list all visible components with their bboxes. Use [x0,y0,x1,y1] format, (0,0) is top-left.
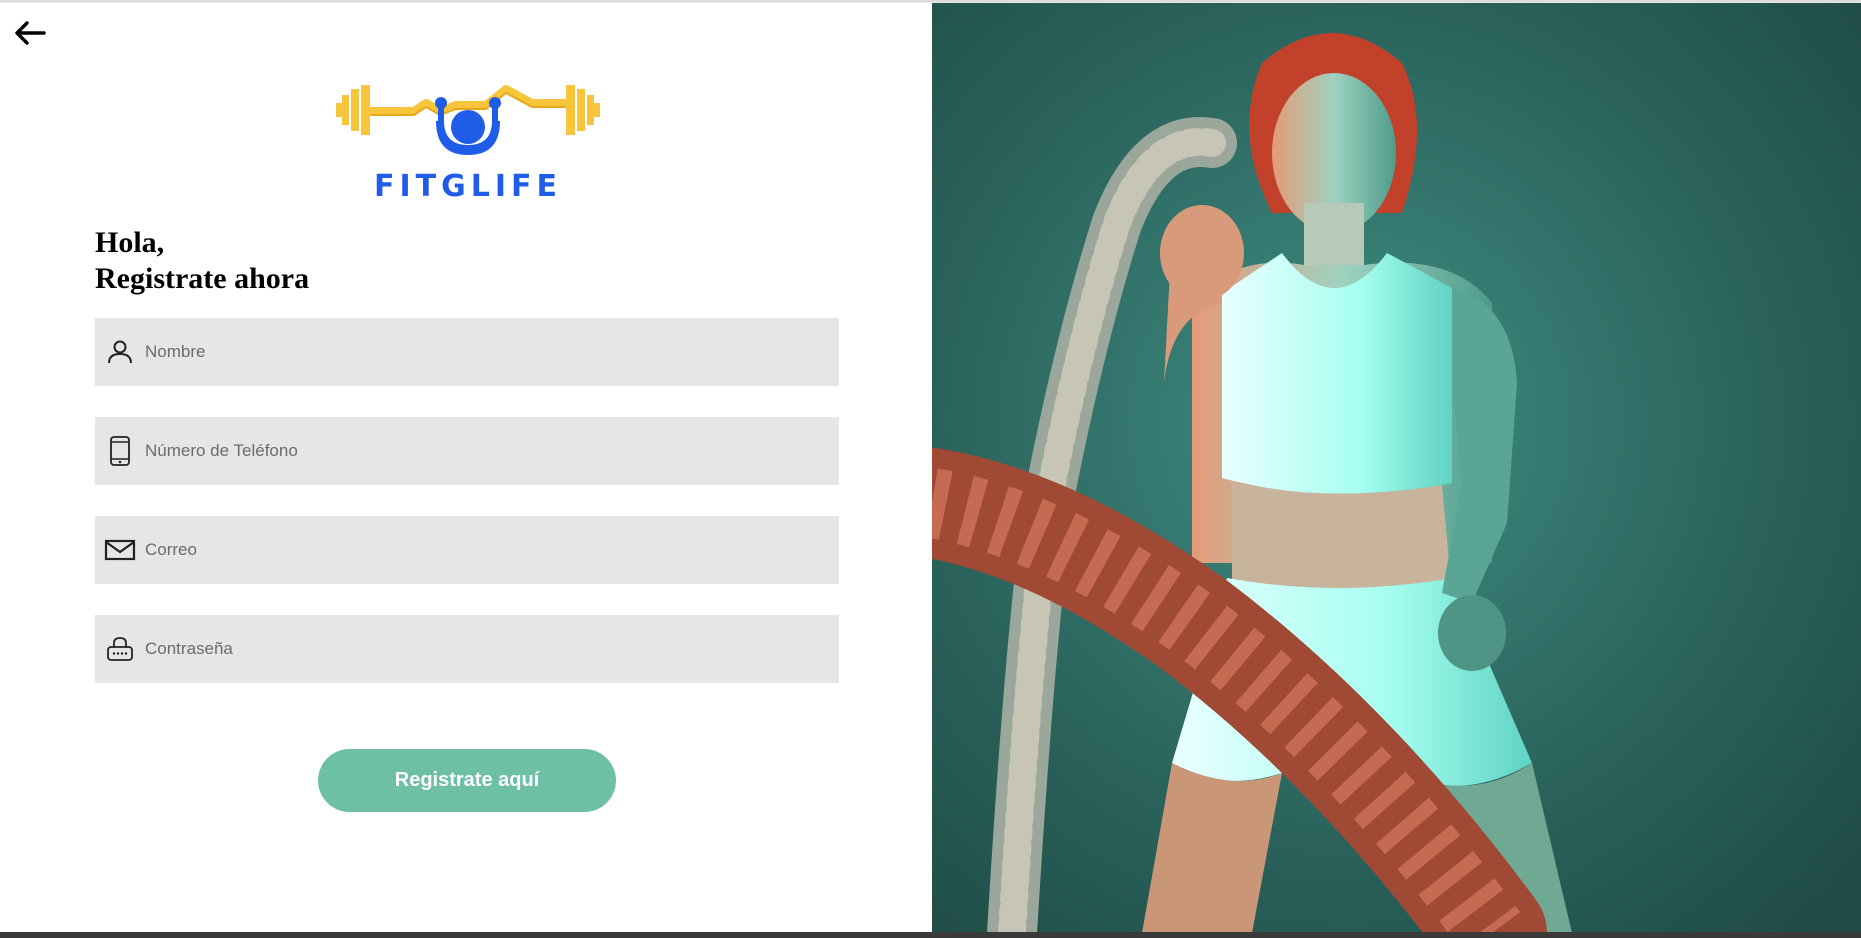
barbell-logo-icon [336,85,600,155]
greeting-line-2: Registrate ahora [95,262,310,295]
registration-panel: FITGLIFE Hola, Registrate ahora Nombre N… [0,3,932,933]
brand-logo: FITGLIFE [336,81,600,204]
lock-icon [95,615,145,683]
fitness-photo-illustration [932,3,1861,933]
brand-name: FITGLIFE [373,169,562,204]
phone-field[interactable] [95,417,839,485]
hero-image [932,3,1861,933]
password-field[interactable] [95,615,839,683]
back-button[interactable] [12,17,48,49]
password-input[interactable] [145,615,839,683]
arrow-left-icon [15,21,46,45]
name-field[interactable] [95,318,839,386]
greeting-heading: Hola, Registrate ahora [95,225,309,297]
greeting-line-1: Hola, [95,226,165,259]
register-button[interactable]: Registrate aquí [318,749,616,812]
email-input[interactable] [145,516,839,584]
phone-icon [95,417,145,485]
mail-icon [95,516,145,584]
name-input[interactable] [145,318,839,386]
user-icon [95,318,145,386]
phone-input[interactable] [145,417,839,485]
page-frame: FITGLIFE Hola, Registrate ahora Nombre N… [0,2,1861,933]
window-bottom-edge [0,932,1861,938]
email-field[interactable] [95,516,839,584]
